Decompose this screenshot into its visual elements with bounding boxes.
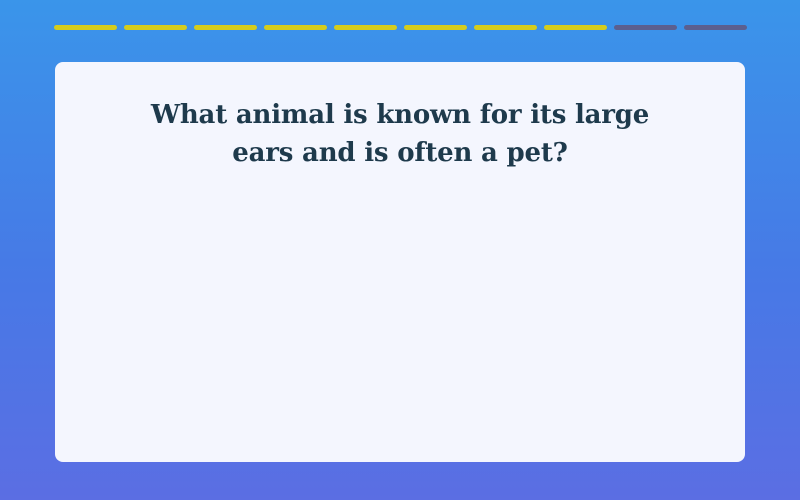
progress-segment-completed: [54, 25, 117, 30]
progress-segment-completed: [124, 25, 187, 30]
progress-segment-completed: [334, 25, 397, 30]
progress-segment-remaining: [684, 25, 747, 30]
progress-segment-completed: [264, 25, 327, 30]
progress-segment-completed: [404, 25, 467, 30]
progress-segment-completed: [544, 25, 607, 30]
progress-segment-completed: [194, 25, 257, 30]
progress-segment-remaining: [614, 25, 677, 30]
question-card: What animal is known for its large ears …: [55, 62, 745, 462]
progress-segment-completed: [474, 25, 537, 30]
progress-bar: [54, 25, 747, 30]
question-text: What animal is known for its large ears …: [150, 100, 650, 168]
